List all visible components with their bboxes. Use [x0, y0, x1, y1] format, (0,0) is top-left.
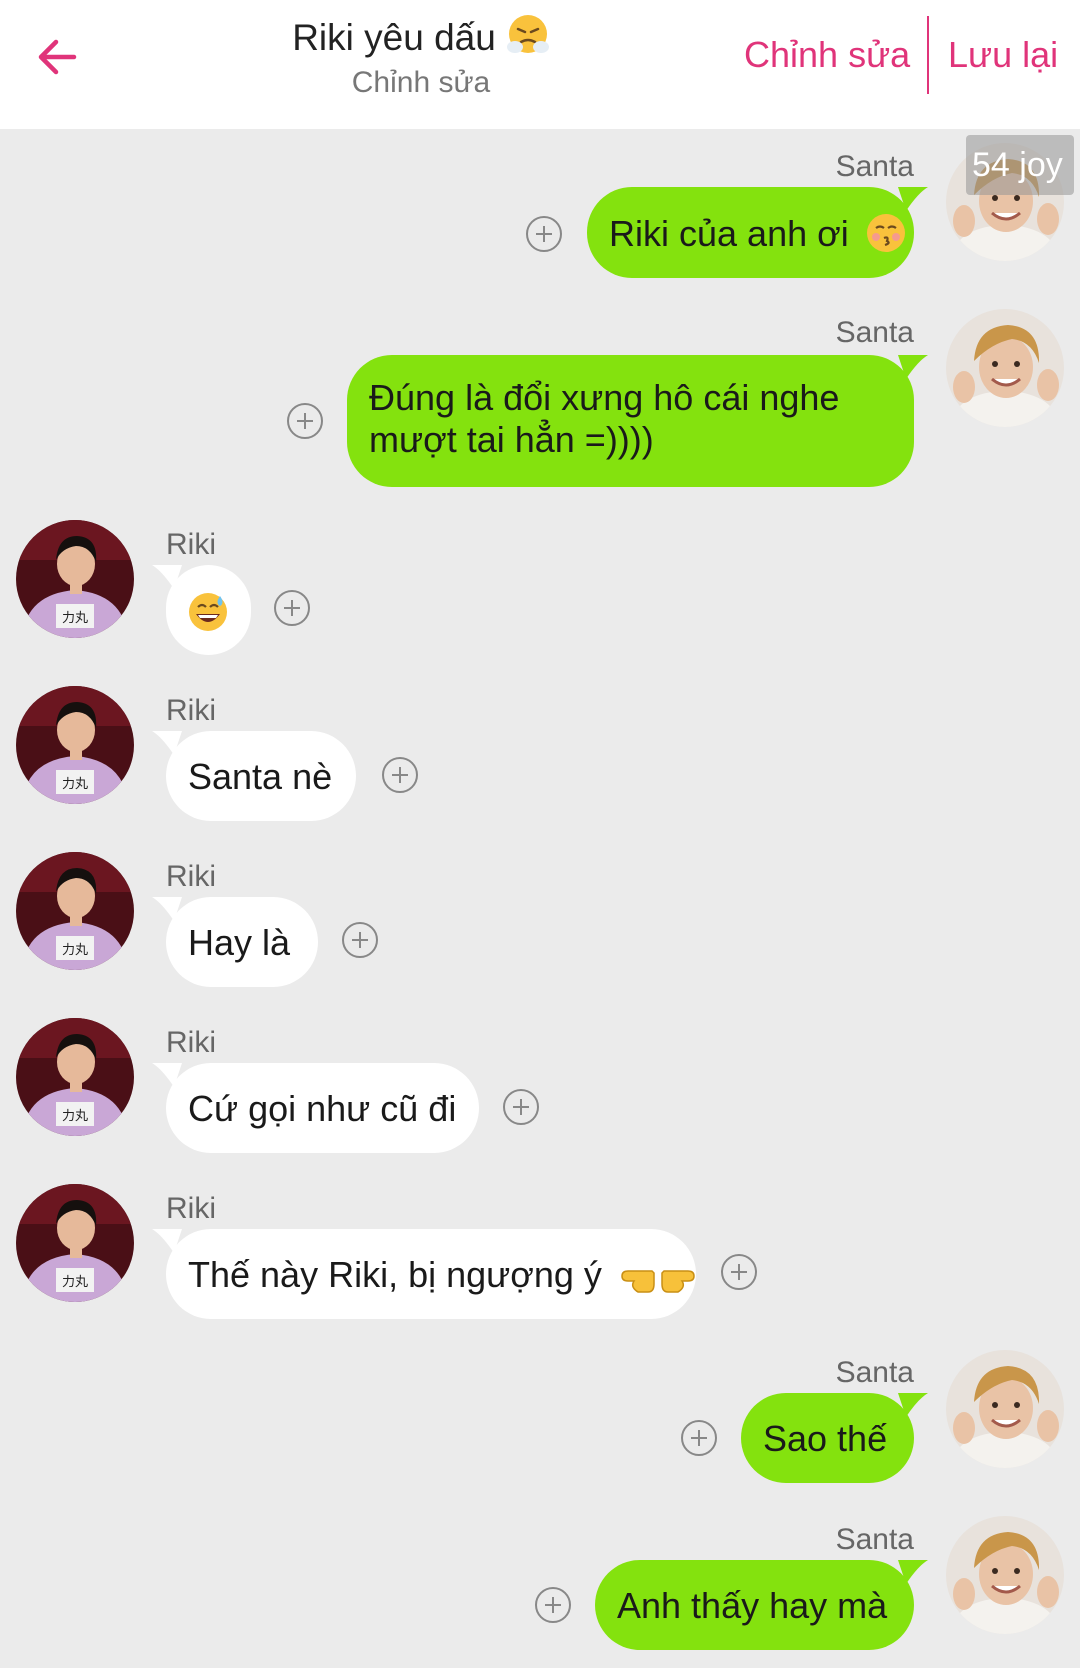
react-plus-icon[interactable]: [503, 1089, 539, 1125]
message-text-line: mượt tai hẳn =)))): [369, 419, 654, 460]
joy-counter-badge: 54 joy: [966, 135, 1074, 195]
message-bubble[interactable]: Anh thấy hay mà: [595, 1560, 914, 1650]
riki-avatar[interactable]: [16, 852, 134, 970]
message-bubble[interactable]: Riki của anh ơi: [587, 187, 914, 278]
save-button[interactable]: Lưu lại: [948, 34, 1058, 76]
sender-name: Santa: [835, 316, 914, 349]
riki-avatar[interactable]: [16, 1018, 134, 1136]
riki-avatar[interactable]: [16, 520, 134, 638]
sender-name: Riki: [166, 694, 216, 727]
message-text: Sao thế: [763, 1418, 888, 1459]
santa-avatar[interactable]: [946, 309, 1064, 427]
bubble-tail: [898, 1560, 928, 1584]
chat-title-text: Riki yêu dấu: [292, 17, 496, 58]
react-plus-icon[interactable]: [382, 757, 418, 793]
santa-avatar[interactable]: [946, 1350, 1064, 1468]
message-text: Hay là: [188, 922, 291, 963]
react-plus-icon[interactable]: [526, 216, 562, 252]
message-bubble[interactable]: Thế này Riki, bị ngượng ý: [166, 1229, 696, 1319]
message-text-line: Đúng là đổi xưng hô cái nghe: [369, 377, 840, 418]
header-divider: [927, 16, 929, 94]
message-text: Santa nè: [188, 756, 333, 797]
chat-subtitle: Chỉnh sửa: [351, 66, 491, 99]
react-plus-icon[interactable]: [681, 1420, 717, 1456]
sender-name: Santa: [835, 150, 914, 183]
react-plus-icon[interactable]: [287, 403, 323, 439]
grinning-sweat-icon: [189, 593, 227, 632]
edit-button[interactable]: Chỉnh sửa: [744, 34, 910, 76]
pointing-fingers-icon: [621, 1270, 695, 1294]
riki-avatar[interactable]: [16, 686, 134, 804]
bubble-tail: [898, 187, 928, 211]
chat-header: Riki yêu dấu Chỉnh sửa Chỉnh sửa Lưu lại: [0, 0, 1080, 129]
santa-avatar[interactable]: [946, 1516, 1064, 1634]
message-text: Thế này Riki, bị ngượng ý: [188, 1254, 602, 1295]
sender-name: Santa: [835, 1523, 914, 1556]
message-text: Cứ gọi như cũ đi: [188, 1088, 457, 1129]
react-plus-icon[interactable]: [721, 1254, 757, 1290]
message-text: Anh thấy hay mà: [617, 1585, 888, 1626]
react-plus-icon[interactable]: [342, 922, 378, 958]
sender-name: Riki: [166, 1026, 216, 1059]
message-bubble[interactable]: Hay là: [166, 897, 318, 987]
chat-title: Riki yêu dấu: [0, 12, 842, 62]
react-plus-icon[interactable]: [535, 1587, 571, 1623]
sender-name: Santa: [835, 1356, 914, 1389]
riki-avatar[interactable]: [16, 1184, 134, 1302]
sender-name: Riki: [166, 860, 216, 893]
react-plus-icon[interactable]: [274, 590, 310, 626]
bubble-tail: [898, 355, 928, 379]
steaming-face-icon: [506, 15, 549, 53]
sender-name: Riki: [166, 528, 216, 561]
message-bubble[interactable]: Đúng là đổi xưng hô cái nghe mượt tai hẳ…: [347, 355, 914, 487]
kissing-face-icon: [866, 214, 905, 253]
message-bubble[interactable]: Cứ gọi như cũ đi: [166, 1063, 479, 1153]
message-bubble[interactable]: Santa nè: [166, 731, 356, 821]
sender-name: Riki: [166, 1192, 216, 1225]
message-bubble[interactable]: [166, 565, 251, 655]
message-text: Riki của anh ơi: [609, 213, 849, 254]
bubble-tail: [898, 1393, 928, 1417]
message-bubble[interactable]: Sao thế: [741, 1393, 914, 1483]
